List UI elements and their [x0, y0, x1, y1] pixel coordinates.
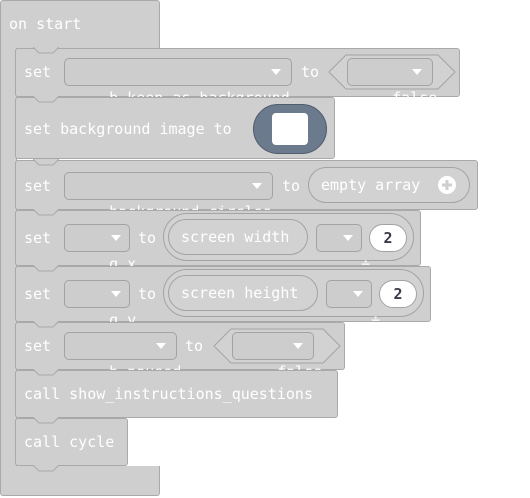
set-background-image-label: set background image to: [24, 120, 232, 138]
chevron-down-icon: [271, 69, 281, 75]
connector-notch: [33, 417, 59, 424]
chevron-down-icon: [293, 343, 303, 349]
chevron-down-icon: [343, 235, 353, 241]
connector-notch: [33, 369, 59, 376]
set-keyword: set: [24, 63, 52, 81]
image-thumbnail[interactable]: [253, 104, 327, 154]
to-keyword: to: [282, 177, 301, 195]
set-keyword: set: [24, 285, 52, 303]
variable-dropdown[interactable]: g_y: [64, 280, 136, 329]
plus-circle-icon[interactable]: [437, 175, 457, 195]
screen-height-block[interactable]: screen height: [168, 275, 318, 311]
variable-dropdown[interactable]: b_paused: [64, 332, 181, 381]
image-preview: [272, 113, 308, 145]
chevron-down-icon: [412, 69, 422, 75]
number-input[interactable]: 2: [379, 280, 417, 308]
boolean-dropdown[interactable]: false: [232, 332, 322, 381]
empty-array-block[interactable]: empty array: [308, 167, 470, 203]
boolean-dropdown[interactable]: false: [347, 58, 437, 107]
connector-notch: [33, 159, 59, 166]
set-keyword: set: [24, 337, 52, 355]
chevron-down-icon: [252, 183, 262, 189]
empty-array-label: empty array: [321, 176, 421, 194]
boolean-value: false: [392, 89, 438, 107]
to-keyword: to: [138, 229, 157, 247]
set-keyword: set: [24, 177, 52, 195]
screen-width-block[interactable]: screen width: [168, 219, 308, 255]
variable-dropdown[interactable]: b_keep_as_background: [64, 58, 292, 107]
operator-symbol: ÷: [371, 311, 381, 329]
variable-dropdown[interactable]: background_circles: [64, 172, 273, 221]
set-keyword: set: [24, 229, 52, 247]
connector-notch: [33, 209, 59, 216]
connector-notch: [33, 47, 59, 54]
to-keyword: to: [301, 63, 320, 81]
screen-height-label: screen height: [181, 284, 299, 302]
connector-notch: [33, 465, 59, 472]
to-keyword: to: [185, 337, 204, 355]
connector-notch: [33, 321, 59, 328]
call-label: call show_instructions_questions: [24, 385, 313, 403]
chevron-down-icon: [156, 343, 166, 349]
operator-dropdown[interactable]: ÷: [326, 280, 380, 329]
on-start-label: on start: [9, 15, 82, 33]
variable-dropdown[interactable]: g_x: [64, 224, 136, 273]
workspace: on start set b_keep_as_background to fal…: [0, 0, 530, 498]
chevron-down-icon: [111, 291, 121, 297]
connector-notch: [33, 265, 59, 272]
on-start-footer: [0, 466, 160, 496]
connector-notch: [33, 96, 59, 103]
chevron-down-icon: [353, 291, 363, 297]
call-label: call cycle: [24, 433, 115, 451]
operator-dropdown[interactable]: ÷: [316, 224, 370, 273]
to-keyword: to: [138, 285, 157, 303]
chevron-down-icon: [111, 235, 121, 241]
number-input[interactable]: 2: [369, 224, 407, 252]
screen-width-label: screen width: [181, 228, 290, 246]
